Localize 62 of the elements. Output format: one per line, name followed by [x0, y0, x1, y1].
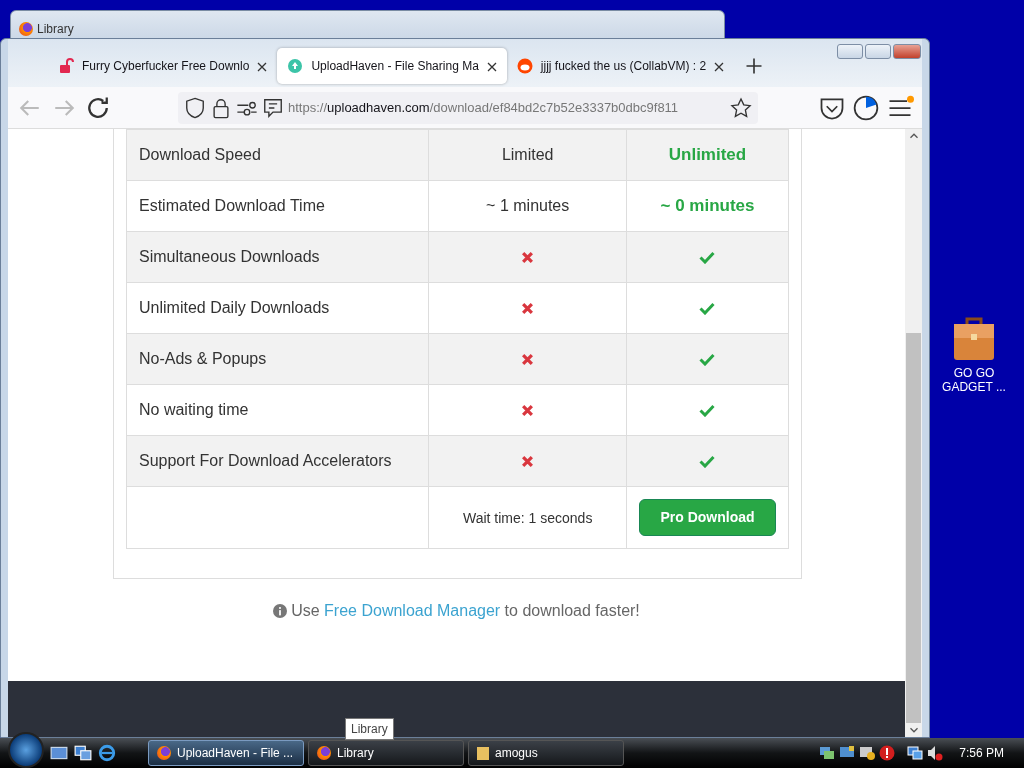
check-icon [699, 404, 716, 418]
star-icon[interactable] [730, 96, 752, 119]
browser-e-icon[interactable] [98, 744, 116, 762]
table-cell: Unlimited [668, 145, 747, 165]
pie-chart-icon[interactable] [852, 93, 880, 122]
speaker-muted-icon[interactable] [927, 745, 944, 761]
tooltip: Library [345, 718, 394, 740]
browser-tab[interactable]: Furry Cyberfucker Free Downlo [48, 48, 278, 84]
check-icon [699, 302, 716, 316]
cross-icon [521, 353, 535, 367]
table-cell: Support For Download Accelerators [139, 452, 392, 469]
close-button[interactable] [893, 44, 921, 59]
new-tab-icon[interactable] [744, 56, 765, 76]
briefcase-icon[interactable] [952, 316, 996, 362]
taskbar-button[interactable]: Library [308, 740, 464, 766]
table-cell: Download Speed [139, 146, 261, 163]
scroll-thumb[interactable] [906, 333, 921, 723]
cloud-icon [287, 58, 304, 74]
alert-icon[interactable] [879, 745, 896, 761]
check-icon [699, 251, 716, 265]
check-icon [699, 455, 716, 469]
windows-icon[interactable] [74, 744, 92, 762]
table-cell: Unlimited Daily Downloads [139, 299, 330, 316]
folder-icon [477, 746, 489, 760]
alien-icon [516, 58, 533, 74]
cross-icon [521, 404, 535, 418]
info-icon [273, 604, 288, 618]
scrollbar[interactable] [905, 129, 922, 737]
firefox-icon [317, 746, 331, 760]
table-cell: Limited [501, 146, 554, 163]
start-button[interactable] [8, 732, 44, 768]
desktop-icon[interactable] [50, 744, 68, 762]
network-icon[interactable] [819, 745, 836, 761]
taskbar-button[interactable]: UploadHaven - File ... [148, 740, 304, 766]
table-cell: Estimated Download Time [139, 197, 325, 214]
minimize-button[interactable] [837, 44, 863, 59]
shield-icon[interactable] [184, 96, 206, 119]
download-tip-text: Use Free Download Manager to download faster! [291, 601, 640, 621]
table-cell: No waiting time [139, 401, 249, 418]
taskbar-button[interactable]: amogus [468, 740, 624, 766]
wait-time-text: Wait time: 1 seconds [462, 509, 593, 526]
warning-icon[interactable] [859, 745, 876, 761]
cross-icon [521, 455, 535, 469]
browser-tab[interactable]: jjjj fucked the us (CollabVM) : 2 [506, 48, 735, 84]
icon-label[interactable]: GO GO GADGET ... [942, 366, 1006, 395]
padlock-icon [58, 58, 74, 74]
firefox-icon [19, 22, 33, 36]
reader-icon[interactable] [262, 96, 284, 119]
cross-icon [521, 251, 535, 265]
window-title: Library [37, 21, 74, 38]
table-cell: No-Ads & Popups [139, 350, 267, 367]
table-cell: ~ 1 minutes [486, 197, 570, 214]
check-icon [699, 353, 716, 367]
computers-icon[interactable] [907, 745, 924, 761]
table-cell: ~ 0 minutes [660, 196, 755, 216]
padlock-icon[interactable] [210, 96, 232, 119]
clock[interactable]: 7:56 PM [959, 744, 1004, 762]
maximize-button[interactable] [865, 44, 891, 59]
firefox-icon [157, 746, 171, 760]
table-cell: Simultaneous Downloads [139, 248, 320, 265]
cross-icon [521, 302, 535, 316]
browser-tab[interactable]: UploadHaven - File Sharing Ma [277, 48, 507, 84]
